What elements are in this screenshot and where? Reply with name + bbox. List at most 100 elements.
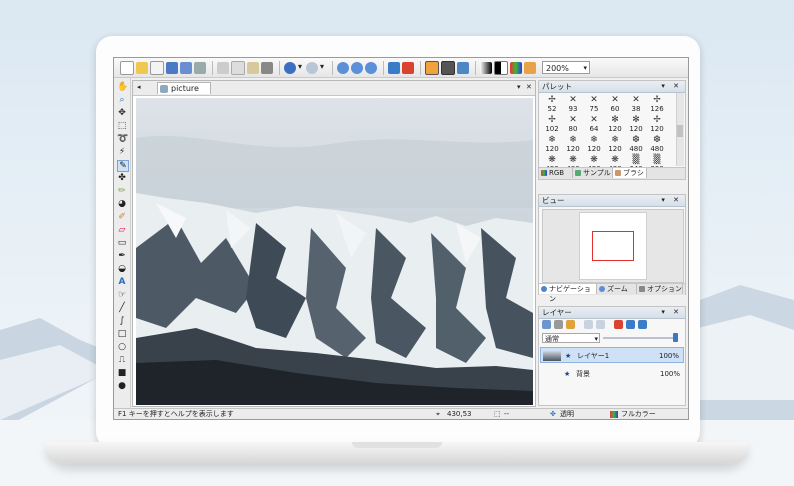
brush-cell[interactable]: ✕ 60 [606,95,624,113]
rectangle-icon[interactable]: □ [117,329,127,339]
merge-layer-icon[interactable] [614,320,623,329]
gradient-icon[interactable]: ▭ [117,238,127,248]
tab-picture[interactable]: picture [157,82,211,94]
redo-icon[interactable] [306,61,318,74]
cut-icon[interactable] [217,61,229,74]
brush-cell[interactable]: ❄ 120 [585,135,603,153]
rect-select-icon[interactable]: ⬚ [117,121,127,131]
crop-icon[interactable] [261,61,273,74]
zoom-out-icon[interactable] [351,61,363,74]
brush-cell[interactable]: ✢ 120 [648,115,666,133]
image-canvas[interactable] [136,98,533,405]
airbrush-icon[interactable]: ✤ [117,173,127,183]
ellipse-icon[interactable]: ○ [117,342,127,352]
navigator-area[interactable] [542,209,684,283]
text-tool-icon[interactable]: A [117,277,127,287]
zoom-fit-icon[interactable] [365,61,377,74]
blend-mode-select[interactable]: 通常 ▾ [542,333,600,343]
layer-row-background[interactable]: ★ 背景 100% [540,366,684,382]
eyedropper-icon[interactable]: ✒ [117,251,127,261]
eraser-icon[interactable]: ▱ [117,225,127,235]
tab-options[interactable]: オプション [637,284,683,294]
magic-wand-icon[interactable]: ⚡ [117,147,127,157]
new-layer-icon[interactable] [542,320,551,329]
polygon-icon[interactable]: ⎍ [117,355,127,365]
copy-icon[interactable] [231,60,245,75]
brush-cell[interactable]: ✢ 52 [543,95,561,113]
layer-up-icon[interactable] [584,320,593,329]
panel-controls-icon[interactable]: ▾ ✕ [661,195,682,206]
zoom-select[interactable]: 200% ▾ [542,61,590,74]
redo-dropdown-icon[interactable]: ▾ [320,62,326,74]
tab-scroll-left-icon[interactable]: ◂ [137,83,141,91]
tab-list-icon[interactable]: ▾ [517,83,521,91]
paste-icon[interactable] [247,61,259,74]
brush-cell[interactable]: ✻ 120 [606,115,624,133]
save-as-icon[interactable] [180,61,192,74]
bucket-icon[interactable]: ◒ [117,264,127,274]
smudge-icon[interactable]: ☞ [117,290,127,300]
print-icon[interactable] [194,61,206,74]
scrollbar-thumb[interactable] [677,125,683,137]
layer-properties-icon[interactable] [626,320,635,329]
tab-brush[interactable]: ブラシ [613,168,647,178]
layer-down-icon[interactable] [596,320,605,329]
brush-cell[interactable]: ✕ 38 [627,95,645,113]
opacity-slider-handle[interactable] [673,333,678,342]
brush-cell[interactable]: ✢ 102 [543,115,561,133]
brush-cell[interactable]: ❄ 120 [564,135,582,153]
close-icon[interactable]: ✕ [526,83,532,91]
tab-zoom[interactable]: ズーム [597,284,637,294]
star-icon[interactable]: ★ [565,348,571,364]
blur-icon[interactable]: ✐ [117,212,127,222]
curve-icon[interactable]: ∫ [117,316,127,326]
duplicate-layer-icon[interactable] [566,320,575,329]
save-icon[interactable] [166,61,178,74]
lasso-icon[interactable]: ➰ [117,134,128,144]
brush-cell[interactable]: ❆ 480 [648,135,666,153]
move-icon[interactable]: ✥ [117,108,127,118]
fill-rect-icon[interactable]: ■ [117,368,127,378]
slideshow-icon[interactable] [402,61,414,74]
layer-row-layer1[interactable]: ★ レイヤー1 100% [540,347,684,363]
zoom-in-icon[interactable] [337,61,349,74]
pencil-icon[interactable]: ✏ [117,186,127,196]
tab-navigation[interactable]: ナビゲーション [539,284,597,303]
star-icon[interactable]: ★ [564,366,570,382]
brush-cell[interactable]: ❄ 120 [606,135,624,153]
panel-controls-icon[interactable]: ▾ ✕ [661,81,682,92]
brush-cell[interactable]: ✢ 126 [648,95,666,113]
opacity-slider-track[interactable] [603,337,677,339]
navigator-view-frame[interactable] [592,231,634,261]
undo-icon[interactable] [284,61,296,74]
hand-icon[interactable]: ✋ [117,82,128,92]
tab-sample[interactable]: サンプル [573,168,613,178]
line-icon[interactable]: ╱ [117,303,127,313]
new-file-icon[interactable] [120,60,134,75]
palette-edit-icon[interactable] [524,61,536,74]
tab-rgb[interactable]: RGB [539,168,573,178]
paste-new-icon[interactable] [150,60,164,75]
brush-icon[interactable]: ✎ [117,160,129,172]
delete-layer-icon[interactable] [554,320,563,329]
palette-toggle-icon[interactable] [425,60,439,75]
open-folder-icon[interactable] [136,61,148,74]
palette-scrollbar[interactable] [676,93,684,166]
clone-icon[interactable]: ◕ [117,199,127,209]
layer-toggle-icon[interactable] [457,61,469,74]
grayscale-icon[interactable] [480,61,492,74]
brush-cell[interactable]: ✕ 64 [585,115,603,133]
brush-cell[interactable]: ✕ 75 [585,95,603,113]
brush-cell[interactable]: ❄ 120 [543,135,561,153]
fullscreen-icon[interactable] [388,61,400,74]
flatten-icon[interactable] [638,320,647,329]
view-toggle-icon[interactable] [441,60,455,75]
brush-cell[interactable]: ✻ 120 [627,115,645,133]
panel-controls-icon[interactable]: ▾ ✕ [661,307,682,318]
undo-dropdown-icon[interactable]: ▾ [298,62,304,74]
fill-ellipse-icon[interactable]: ● [117,381,127,391]
invert-icon[interactable] [494,60,508,75]
brush-cell[interactable]: ✕ 93 [564,95,582,113]
color-balance-icon[interactable] [510,61,522,74]
magnifier-icon[interactable]: ⌕ [117,95,127,105]
